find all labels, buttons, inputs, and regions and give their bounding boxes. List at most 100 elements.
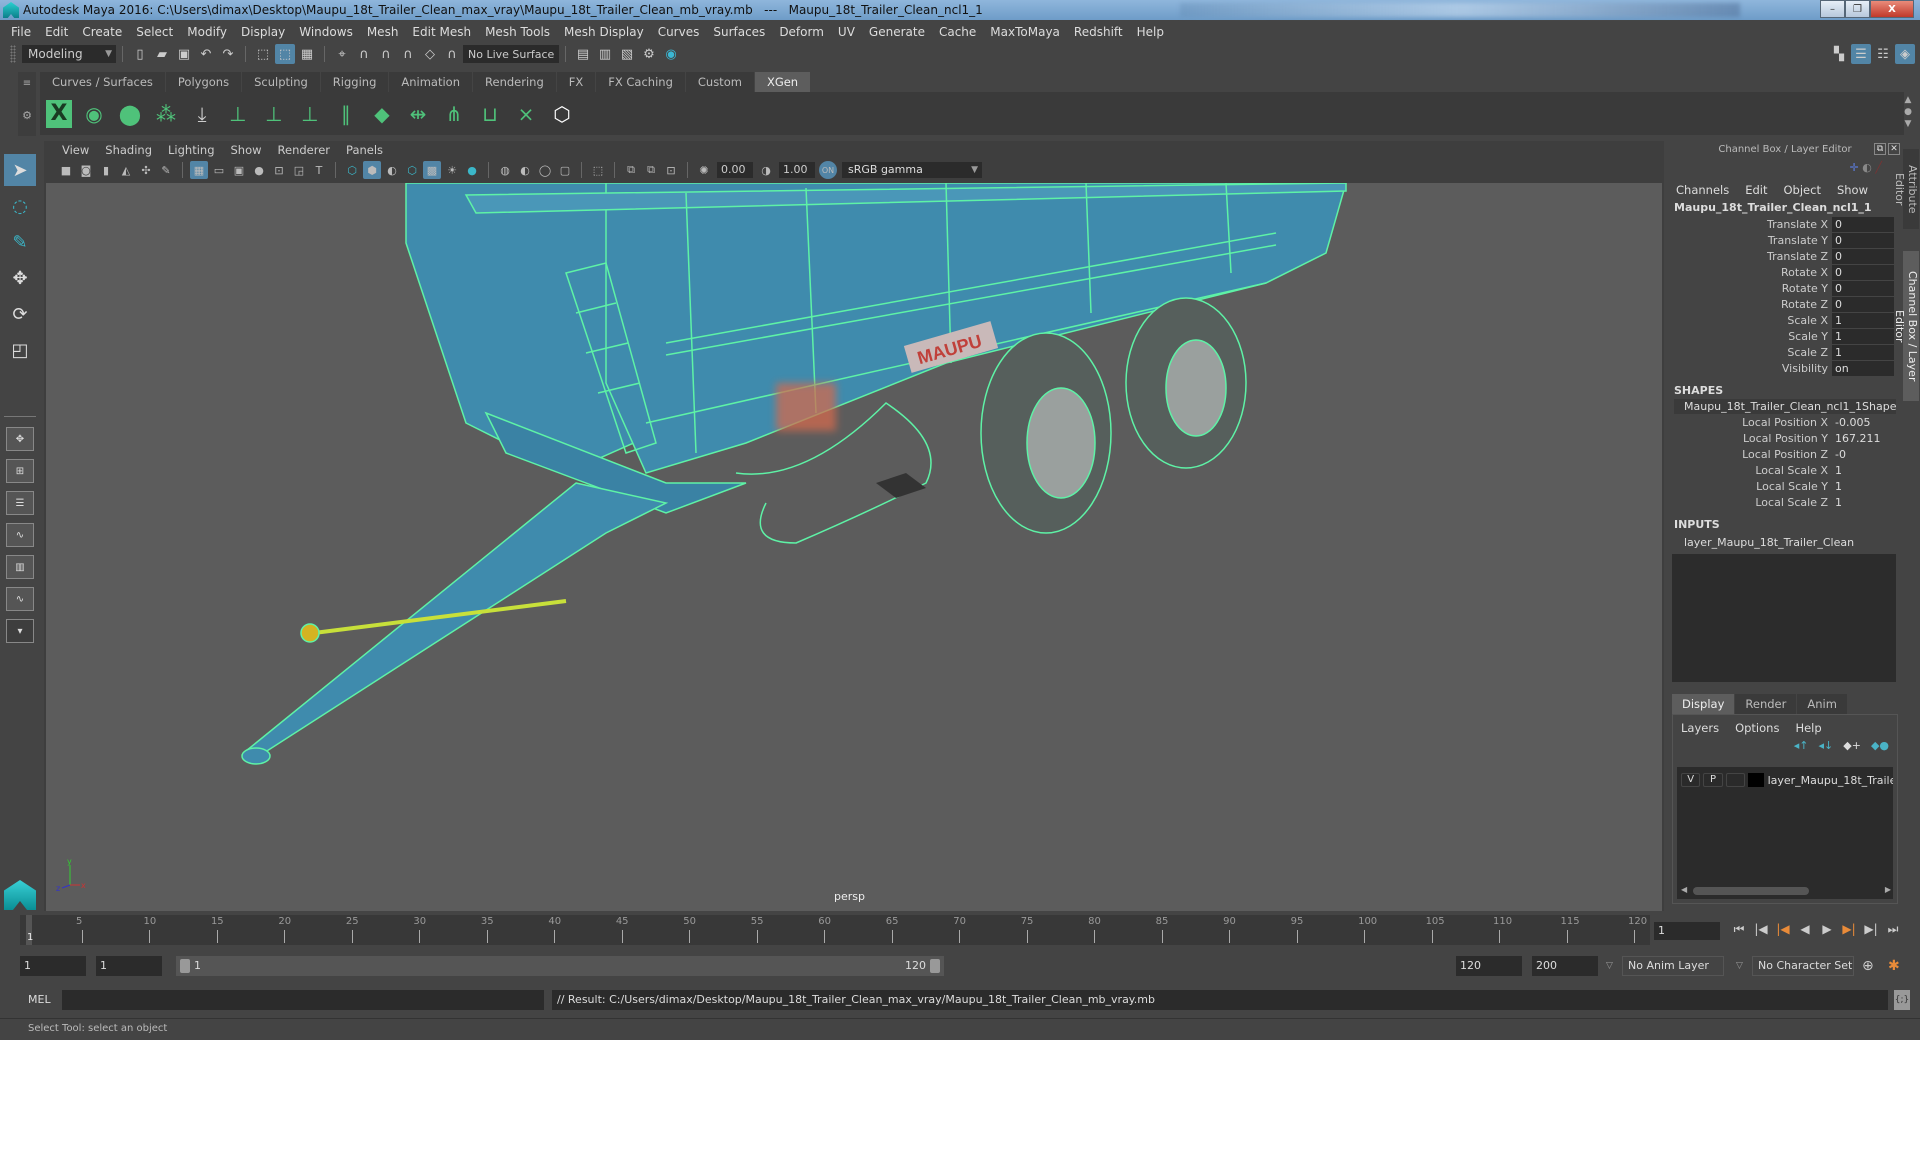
shelf-scroll[interactable]: ▲ ● ▼ <box>1900 94 1916 132</box>
modeling-toolkit-icon[interactable]: ▚ <box>1829 44 1849 64</box>
character-set-dropdown-arrow[interactable]: ▽ <box>1736 956 1743 976</box>
panel-menu-renderer[interactable]: Renderer <box>270 143 339 157</box>
isolate-select-icon[interactable]: ⬚ <box>589 161 607 179</box>
panel-menu-lighting[interactable]: Lighting <box>160 143 222 157</box>
shelf-tab-xgen[interactable]: XGen <box>754 72 812 92</box>
new-scene-icon[interactable]: ▯ <box>130 44 150 64</box>
field-chart-icon[interactable]: ⊡ <box>270 161 288 179</box>
motion-blur-icon[interactable]: ◐ <box>516 161 534 179</box>
close-button[interactable]: X <box>1870 0 1914 18</box>
cb-menu-edit[interactable]: Edit <box>1745 183 1767 197</box>
layer-tab-display[interactable]: Display <box>1672 694 1735 714</box>
render-view-icon[interactable]: ▤ <box>573 44 593 64</box>
close-panel-icon[interactable]: ✕ <box>1888 143 1900 155</box>
rotate-y-field[interactable]: 0 <box>1832 280 1894 296</box>
script-language-toggle[interactable]: MEL <box>28 989 51 1011</box>
shelf-tab-custom[interactable]: Custom <box>685 72 755 92</box>
local-position-x-field[interactable]: -0.005 <box>1832 415 1894 430</box>
clear-preview-icon[interactable]: ⬤ <box>116 98 144 130</box>
menu-file[interactable]: File <box>4 25 38 39</box>
panel-menu-shading[interactable]: Shading <box>97 143 160 157</box>
cb-menu-show[interactable]: Show <box>1837 183 1868 197</box>
go-to-start-icon[interactable]: ⏮ <box>1728 922 1750 937</box>
menu-set-dropdown[interactable]: Modeling <box>22 45 116 63</box>
grid-icon[interactable]: ▦ <box>190 161 208 179</box>
snap-view-plane-icon[interactable]: ◇ <box>420 44 440 64</box>
playback-start-field[interactable]: 1 <box>96 956 162 976</box>
object-name[interactable]: Maupu_18t_Trailer_Clean_ncl1_1 <box>1668 197 1902 216</box>
step-back-frame-icon[interactable]: |◀ <box>1750 922 1772 937</box>
single-perspective-layout-icon[interactable]: ✥ <box>6 427 34 451</box>
shelf-tab-sculpting[interactable]: Sculpting <box>242 72 321 92</box>
cb-menu-object[interactable]: Object <box>1784 183 1821 197</box>
menu-mesh-tools[interactable]: Mesh Tools <box>478 25 557 39</box>
translate-z-field[interactable]: 0 <box>1832 248 1894 264</box>
select-object-icon[interactable]: ⬚ <box>275 44 295 64</box>
gate-mask-icon[interactable]: ● <box>250 161 268 179</box>
shelf-tab-animation[interactable]: Animation <box>389 72 474 92</box>
new-empty-layer-icon[interactable]: ◆+ <box>1843 739 1861 752</box>
paint-select-tool-icon[interactable]: ✎ <box>4 226 36 258</box>
move-layer-down-icon[interactable]: ◂↓ <box>1819 739 1834 752</box>
hyper-icon[interactable]: ╱ <box>1875 161 1882 174</box>
layout-more-icon[interactable]: ▾ <box>6 619 34 643</box>
menu-curves[interactable]: Curves <box>651 25 707 39</box>
local-scale-x-field[interactable]: 1 <box>1832 463 1894 478</box>
layer-color-swatch[interactable] <box>1748 773 1764 787</box>
wireframe-on-shaded-icon[interactable]: ⬡ <box>403 161 421 179</box>
image-plane-icon[interactable]: ◭ <box>117 161 135 179</box>
current-frame-field[interactable]: 1 <box>1654 922 1720 940</box>
attribute-editor-toggle-icon[interactable]: ☰ <box>1851 44 1871 64</box>
undo-icon[interactable]: ↶ <box>196 44 216 64</box>
snap-curve-icon[interactable]: ∩ <box>354 44 374 64</box>
guide-bounds-icon[interactable]: ⊔ <box>476 98 504 130</box>
two-d-pan-zoom-icon[interactable]: ✣ <box>137 161 155 179</box>
xray-icon[interactable]: ⧉ <box>622 161 640 179</box>
menu-deform[interactable]: Deform <box>772 25 831 39</box>
camera-attributes-icon[interactable]: ◙ <box>77 161 95 179</box>
manip-axis-icon[interactable]: ✛ <box>1850 161 1859 174</box>
four-view-layout-icon[interactable]: ⊞ <box>6 459 34 483</box>
lasso-tool-icon[interactable]: ◌ <box>4 190 36 222</box>
menu-edit[interactable]: Edit <box>38 25 75 39</box>
animation-end-field[interactable]: 200 <box>1532 956 1598 976</box>
bookmark-icon[interactable]: ▮ <box>97 161 115 179</box>
grease-pencil-icon[interactable]: ✎ <box>157 161 175 179</box>
select-camera-icon[interactable]: ■ <box>57 161 75 179</box>
menu-cache[interactable]: Cache <box>932 25 983 39</box>
animation-preferences-icon[interactable]: ✱ <box>1888 958 1900 974</box>
layer-display-type-toggle[interactable] <box>1725 773 1746 787</box>
3d-viewport[interactable]: MAUPU y x z persp <box>46 183 1662 911</box>
live-surface-field[interactable]: No Live Surface <box>463 45 559 63</box>
select-tool-icon[interactable]: ➤ <box>4 154 36 186</box>
scroll-left-icon[interactable]: ◀ <box>1681 885 1687 894</box>
cb-menu-channels[interactable]: Channels <box>1676 183 1729 197</box>
layer-list-scrollbar[interactable]: ◀ ▶ <box>1681 885 1891 897</box>
persp-outliner-layout-icon[interactable]: ☰ <box>6 491 34 515</box>
menu-surfaces[interactable]: Surfaces <box>706 25 772 39</box>
auto-key-icon[interactable]: ⊕ <box>1862 958 1874 974</box>
menu-edit-mesh[interactable]: Edit Mesh <box>405 25 478 39</box>
select-guides-icon[interactable]: ⋔ <box>440 98 468 130</box>
scale-tool-icon[interactable]: ◰ <box>4 334 36 366</box>
local-scale-z-field[interactable]: 1 <box>1832 495 1894 510</box>
menu-display[interactable]: Display <box>234 25 292 39</box>
scroll-right-icon[interactable]: ▶ <box>1885 885 1891 894</box>
ipr-render-icon[interactable]: ▧ <box>617 44 637 64</box>
use-all-lights-icon[interactable]: ☀ <box>443 161 461 179</box>
script-editor-icon[interactable]: {;} <box>1894 990 1910 1010</box>
shelf-menu[interactable]: ≡ ⚙ <box>18 72 36 136</box>
input-node-name[interactable]: layer_Maupu_18t_Trailer_Clean <box>1668 533 1902 549</box>
select-hierarchy-icon[interactable]: ⬚ <box>253 44 273 64</box>
sculpt-guide-icon[interactable]: ⊥ <box>260 98 288 130</box>
gamma-icon[interactable]: ◑ <box>757 161 775 179</box>
hypershade-icon[interactable]: ◉ <box>661 44 681 64</box>
channel-box-toggle-icon[interactable]: ◈ <box>1895 44 1915 64</box>
guide-length-icon[interactable]: ⇹ <box>404 98 432 130</box>
xgen-igroom-icon[interactable]: ⬡ <box>548 98 576 130</box>
visibility-field[interactable]: on <box>1832 360 1894 376</box>
step-forward-key-icon[interactable]: ▶| <box>1838 922 1860 937</box>
menu-help[interactable]: Help <box>1130 25 1171 39</box>
layer-row[interactable]: V P layer_Maupu_18t_Trailer_ <box>1677 767 1893 787</box>
render-current-frame-icon[interactable]: ▥ <box>595 44 615 64</box>
